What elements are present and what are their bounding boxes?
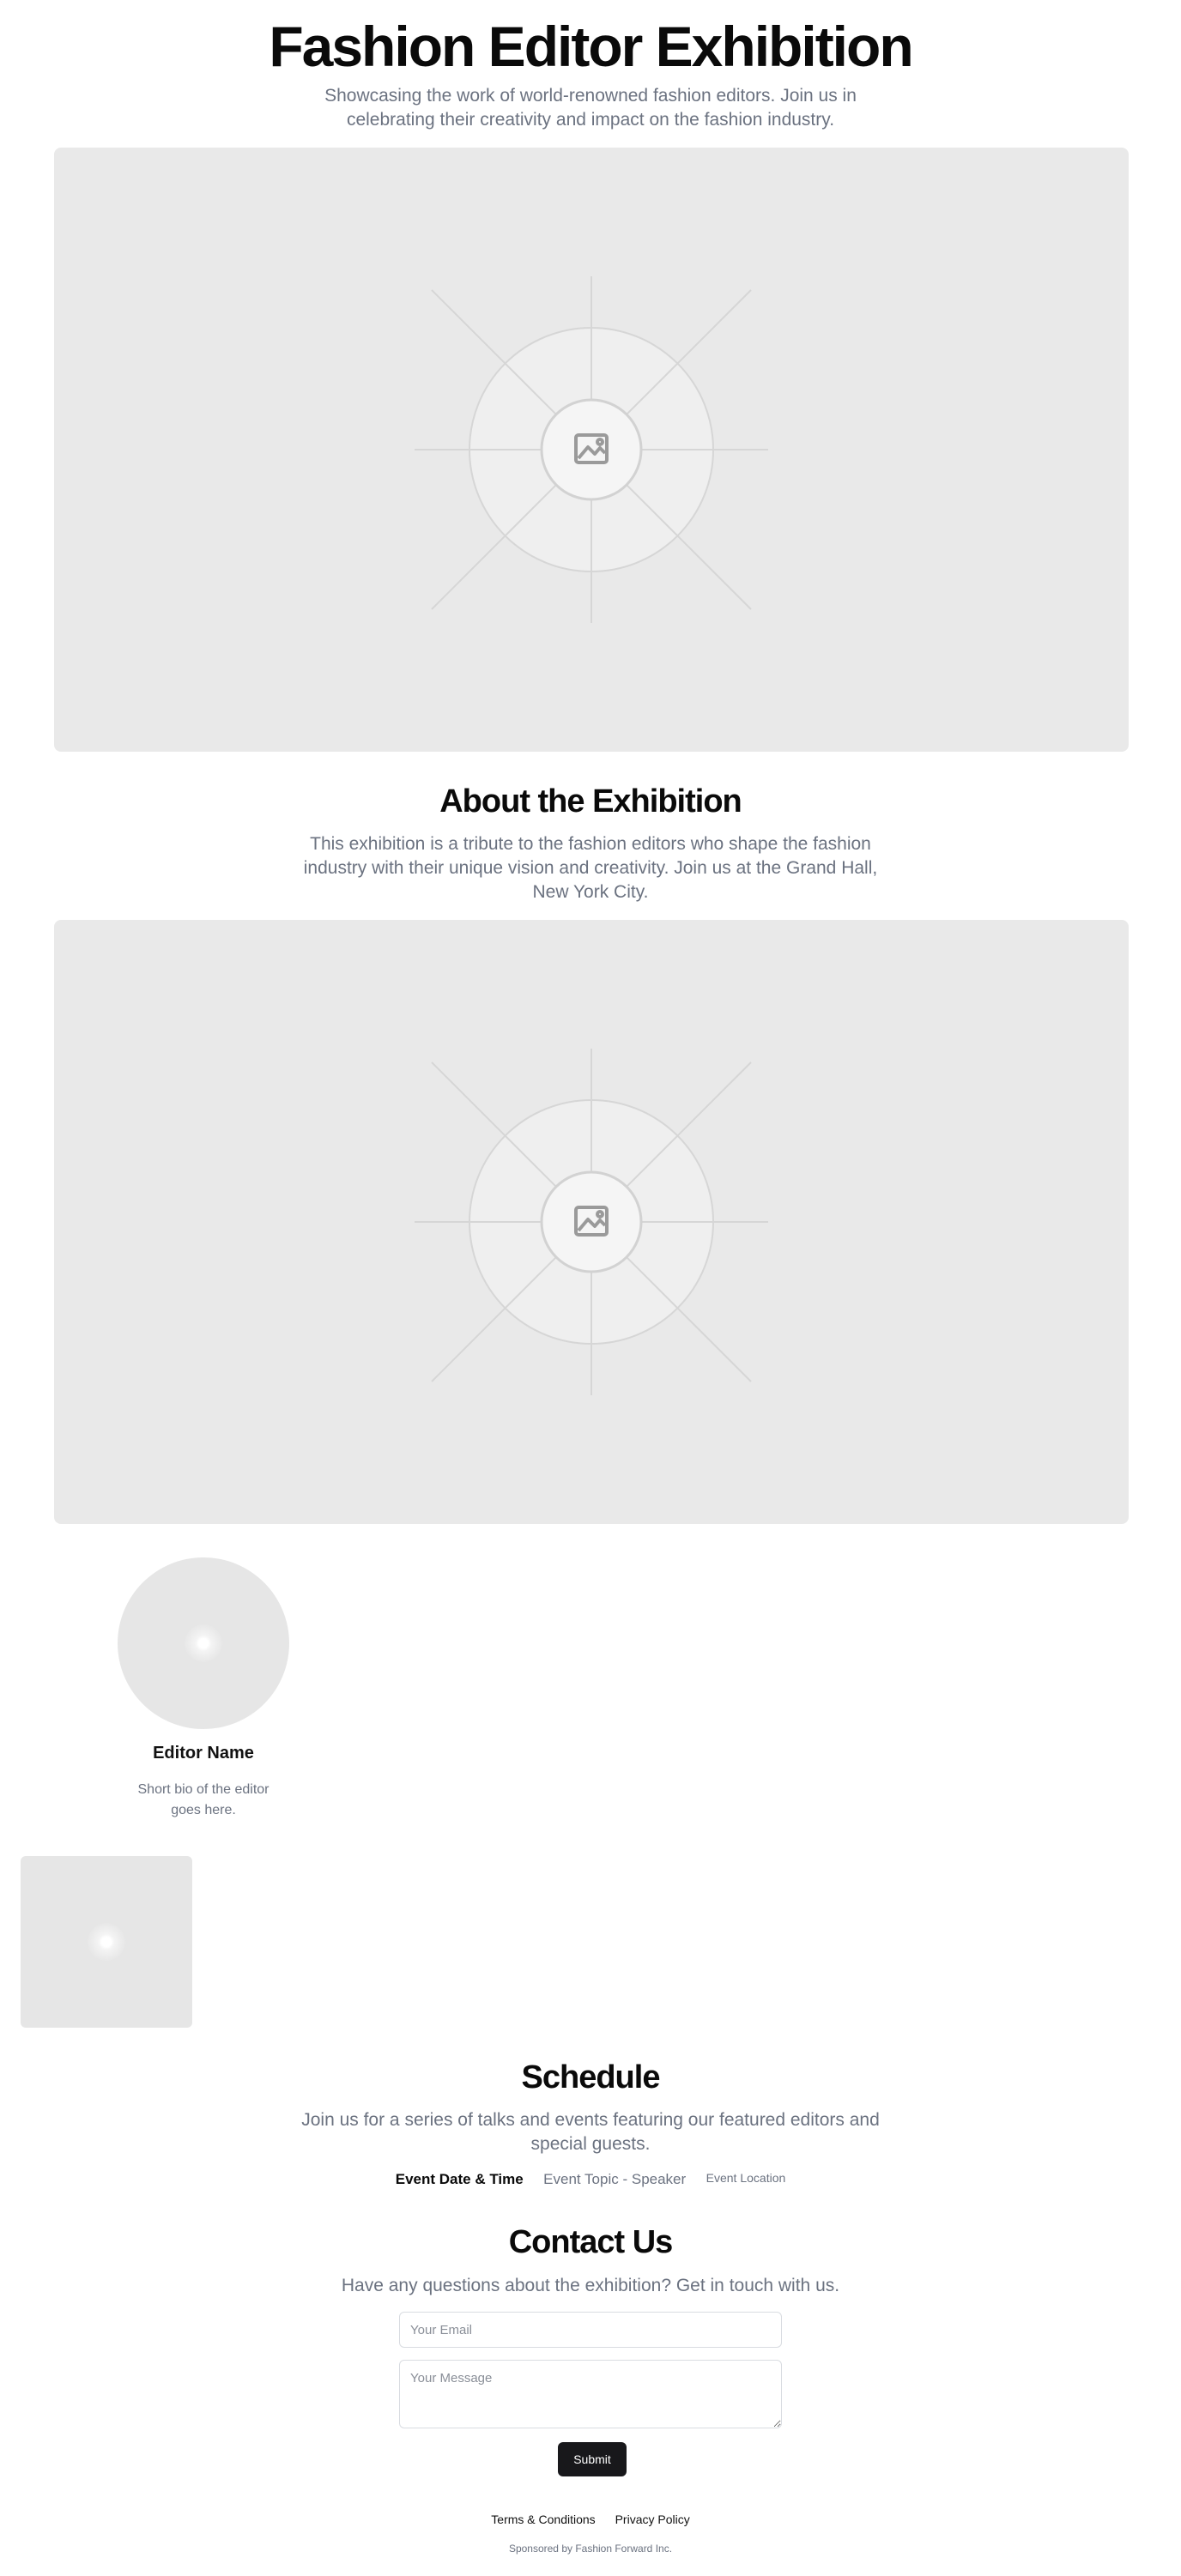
- gallery-thumbnail: [21, 1856, 192, 2028]
- schedule-title: Schedule: [521, 2059, 661, 2095]
- terms-link[interactable]: Terms & Conditions: [491, 2513, 595, 2526]
- image-placeholder-graphic: [415, 276, 768, 623]
- about-text: This exhibition is a tribute to the fash…: [303, 834, 878, 902]
- page-title: Fashion Editor Exhibition: [269, 15, 913, 78]
- image-placeholder-graphic: [415, 1049, 768, 1395]
- email-field[interactable]: [399, 2312, 782, 2348]
- event-date-time: Event Date & Time: [395, 2171, 524, 2187]
- editor-bio: Short bio of the editor goes here.: [137, 1782, 270, 1817]
- about-title: About the Exhibition: [439, 783, 742, 819]
- editor-name: Editor Name: [153, 1744, 254, 1763]
- editor-avatar: [118, 1557, 289, 1729]
- hero-subtitle: Showcasing the work of world-renowned fa…: [324, 86, 857, 130]
- about-image-placeholder: [54, 920, 1129, 1524]
- hero-image-placeholder: [54, 148, 1129, 752]
- contact-title: Contact Us: [508, 2224, 674, 2260]
- privacy-link[interactable]: Privacy Policy: [615, 2513, 690, 2526]
- event-location: Event Location: [706, 2171, 786, 2185]
- schedule-text: Join us for a series of talks and events…: [301, 2110, 880, 2154]
- image-icon: [185, 1624, 222, 1662]
- event-topic: Event Topic - Speaker: [543, 2171, 687, 2187]
- message-field[interactable]: [399, 2360, 782, 2428]
- schedule-event-row: Event Date & Time Event Topic - Speaker …: [0, 2171, 1181, 2188]
- submit-button[interactable]: Submit: [558, 2442, 627, 2476]
- image-icon: [88, 1923, 125, 1961]
- sponsor-text: Sponsored by Fashion Forward Inc.: [508, 2543, 673, 2555]
- contact-text: Have any questions about the exhibition?…: [341, 2276, 840, 2295]
